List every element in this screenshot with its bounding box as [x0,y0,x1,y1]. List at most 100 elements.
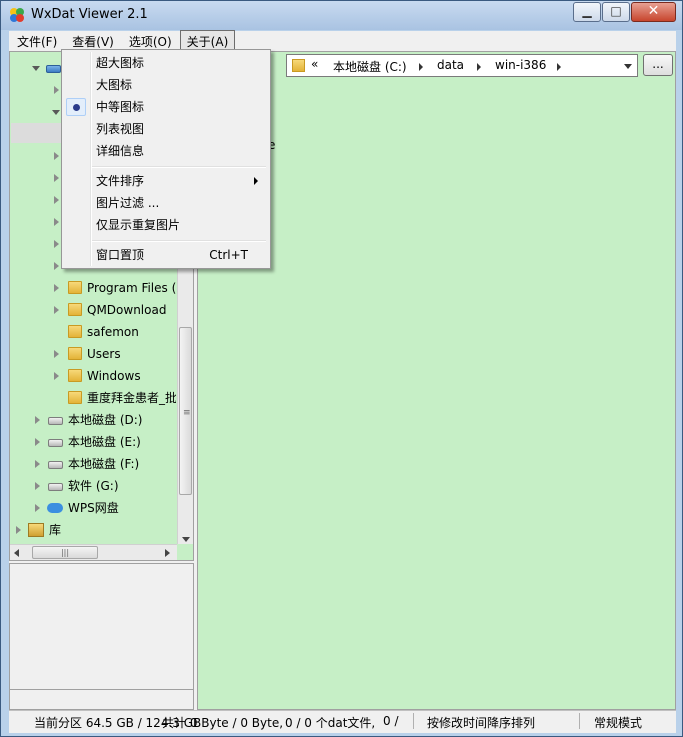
cloud-icon [47,503,63,513]
folder-icon [68,303,82,316]
tree-item-windows[interactable]: Windows [10,365,176,387]
menu-item-image-filter[interactable]: 图片过滤 ... [64,192,268,214]
menu-item-label: 中等图标 [96,100,145,114]
scroll-down-icon[interactable] [182,537,190,542]
menu-item-label: 列表视图 [96,122,145,136]
collapse-arrow-icon[interactable] [52,110,60,115]
tree-item-label: Windows [87,369,141,383]
expand-arrow-icon[interactable] [54,372,59,380]
expand-arrow-icon[interactable] [35,438,40,446]
scroll-right-icon[interactable] [165,549,170,557]
menu-item-label: 大图标 [96,78,133,92]
expand-arrow-icon[interactable] [35,504,40,512]
expand-arrow-icon[interactable] [35,482,40,490]
title-bar[interactable]: WxDat Viewer 2.1 ▁ □ ✕ [1,1,682,30]
scrollbar-thumb[interactable]: ≡ [179,327,192,495]
expand-arrow-icon[interactable] [54,86,59,94]
breadcrumb-drive-c[interactable]: 本地磁盘 (C:) [333,58,407,75]
drive-icon [48,417,63,425]
tree-item-folder-chinese[interactable]: 重度拜金患者_批 [10,387,176,409]
minimize-icon: ▁ [582,4,592,18]
menu-item-file-sort[interactable]: 文件排序 [64,170,268,192]
preview-pane [9,563,194,710]
folder-icon [68,347,82,360]
menu-item-details[interactable]: 详细信息 [64,140,268,162]
tree-item-program-files[interactable]: Program Files ( [10,277,176,299]
expand-arrow-icon[interactable] [54,174,59,182]
tree-item-label: Program Files ( [87,281,177,295]
expand-arrow-icon[interactable] [35,416,40,424]
expand-arrow-icon[interactable] [54,218,59,226]
expand-arrow-icon[interactable] [54,350,59,358]
collapse-arrow-icon[interactable] [32,66,40,71]
tree-item-users[interactable]: Users [10,343,176,365]
folder-icon [68,369,82,382]
tree-horizontal-scrollbar[interactable]: ||| [10,544,177,560]
tree-item-label: 本地磁盘 (D:) [68,413,143,427]
status-divider [579,713,580,729]
address-overflow-chevron[interactable]: « [311,57,318,71]
caption-buttons: ▁ □ ✕ [572,2,676,22]
browse-button[interactable]: ... [643,54,673,76]
breadcrumb-separator-icon[interactable] [477,63,481,71]
menu-item-duplicates-only[interactable]: 仅显示重复图片 [64,214,268,236]
status-divider [413,713,414,729]
menu-item-large-icons[interactable]: 大图标 [64,74,268,96]
tree-item-qmdownload[interactable]: QMDownload [10,299,176,321]
folder-icon [68,281,82,294]
folder-icon [292,59,305,72]
expand-arrow-icon[interactable] [54,262,59,270]
expand-arrow-icon[interactable] [54,196,59,204]
menu-item-extra-large-icons[interactable]: 超大图标 [64,52,268,74]
drive-icon [48,483,63,491]
menu-item-always-on-top[interactable]: 窗口置顶 Ctrl+T [64,244,268,266]
tree-item-drive-f[interactable]: 本地磁盘 (F:) [10,453,176,475]
tree-item-label: 库 [49,523,62,537]
menu-item-list-view[interactable]: 列表视图 [64,118,268,140]
tree-item-drive-e[interactable]: 本地磁盘 (E:) [10,431,176,453]
expand-arrow-icon[interactable] [35,460,40,468]
expand-arrow-icon[interactable] [54,306,59,314]
breadcrumb-separator-icon[interactable] [419,63,423,71]
breadcrumb-win-i386[interactable]: win-i386 [495,58,546,72]
minimize-button[interactable]: ▁ [573,2,601,22]
menu-item-label: 文件排序 [96,174,145,188]
drive-icon [48,461,63,469]
menu-item-label: 详细信息 [96,144,145,158]
tree-item-drive-g[interactable]: 软件 (G:) [10,475,176,497]
maximize-button[interactable]: □ [602,2,630,22]
tree-item-safemon[interactable]: safemon [10,321,176,343]
menu-separator [92,240,266,242]
menu-separator [92,166,266,168]
expand-arrow-icon[interactable] [54,284,59,292]
menu-file[interactable]: 文件(F) [10,30,64,53]
menu-item-medium-icons[interactable]: 中等图标 [64,96,268,118]
view-dropdown-menu: 超大图标 大图标 中等图标 列表视图 详细信息 文件排序 图片过滤 ... 仅显… [61,49,271,269]
close-button[interactable]: ✕ [631,2,676,22]
breadcrumb-separator-icon[interactable] [557,63,561,71]
address-dropdown-icon[interactable] [624,64,632,69]
tree-item-label: safemon [87,325,139,339]
radio-dot-icon [73,104,80,111]
tree-item-label: 本地磁盘 (E:) [68,435,141,449]
tree-item-drive-d[interactable]: 本地磁盘 (D:) [10,409,176,431]
expand-arrow-icon[interactable] [54,152,59,160]
expand-arrow-icon[interactable] [54,240,59,248]
address-bar[interactable]: « 本地磁盘 (C:) data win-i386 [286,54,638,77]
divider [10,689,193,690]
tree-item-label: 重度拜金患者_批 [87,391,176,405]
tree-item-label: Users [87,347,121,361]
tree-item-label: QMDownload [87,303,167,317]
menu-item-shortcut: Ctrl+T [209,248,248,262]
tree-item-wps-cloud[interactable]: WPS网盘 [10,497,176,519]
expand-arrow-icon[interactable] [16,526,21,534]
scroll-left-icon[interactable] [14,549,19,557]
menu-item-label: 窗口置顶 [96,248,145,262]
breadcrumb-data[interactable]: data [437,58,464,72]
tree-item-library[interactable]: 库 [10,519,176,541]
status-bar: 当前分区 64.5 GB / 124.3 GB 共计 0 Byte / 0 By… [9,710,676,733]
tree-item-label: 软件 (G:) [68,479,119,493]
radio-check-indicator [66,98,86,116]
status-progress: 0 / [383,714,399,728]
scrollbar-thumb[interactable]: ||| [32,546,98,559]
